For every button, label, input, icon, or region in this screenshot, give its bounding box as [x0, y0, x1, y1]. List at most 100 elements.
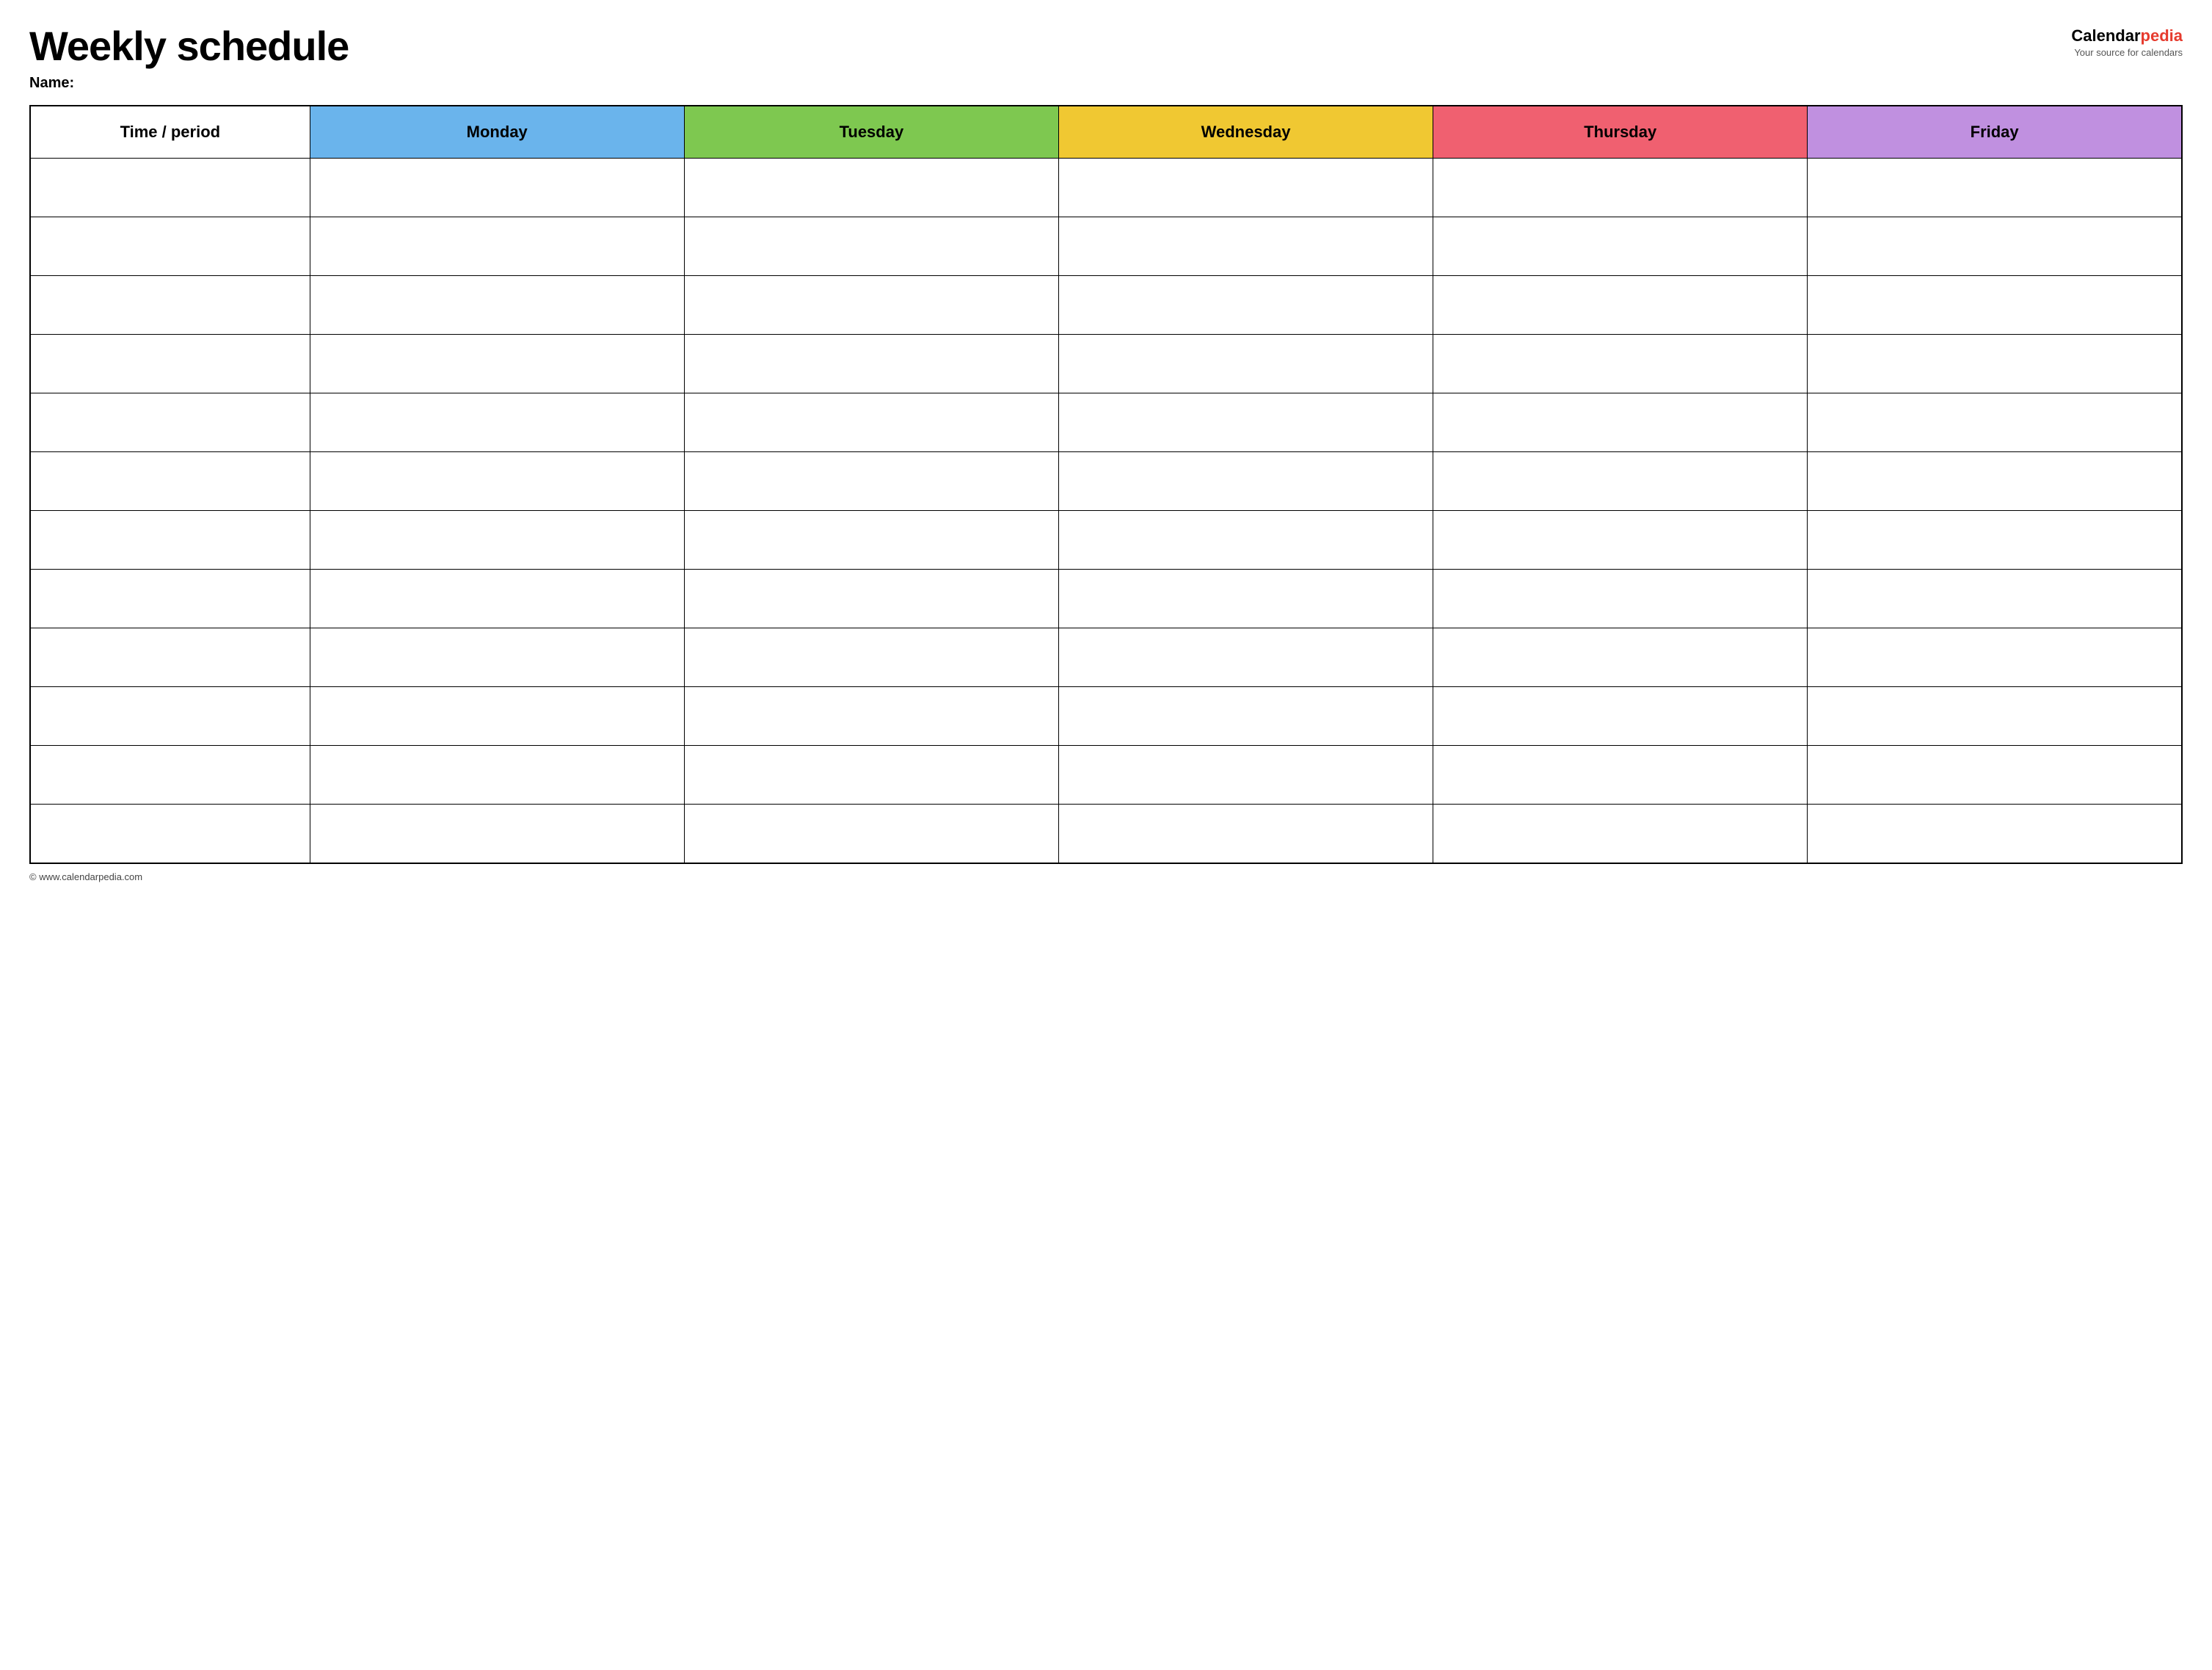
table-cell[interactable]	[1058, 452, 1433, 511]
table-cell[interactable]	[310, 687, 684, 746]
table-cell[interactable]	[1808, 276, 2182, 335]
table-cell[interactable]	[30, 746, 310, 805]
table-cell[interactable]	[1433, 217, 1808, 276]
col-header-tuesday: Tuesday	[684, 106, 1058, 159]
header: Weekly schedule Name: Calendarpedia Your…	[29, 23, 2183, 92]
table-cell[interactable]	[684, 276, 1058, 335]
table-cell[interactable]	[310, 511, 684, 570]
page-title: Weekly schedule	[29, 23, 349, 69]
table-row	[30, 746, 2182, 805]
table-cell[interactable]	[684, 511, 1058, 570]
table-cell[interactable]	[1058, 511, 1433, 570]
table-cell[interactable]	[684, 687, 1058, 746]
table-cell[interactable]	[310, 628, 684, 687]
col-header-thursday: Thursday	[1433, 106, 1808, 159]
table-cell[interactable]	[1808, 570, 2182, 628]
table-cell[interactable]	[1433, 805, 1808, 863]
table-cell[interactable]	[1058, 687, 1433, 746]
logo-text: Calendarpedia	[2071, 26, 2183, 46]
table-cell[interactable]	[30, 335, 310, 393]
table-cell[interactable]	[684, 159, 1058, 217]
table-cell[interactable]	[1433, 452, 1808, 511]
table-cell[interactable]	[1808, 393, 2182, 452]
table-cell[interactable]	[310, 452, 684, 511]
table-cell[interactable]	[30, 217, 310, 276]
table-row	[30, 217, 2182, 276]
table-cell[interactable]	[684, 570, 1058, 628]
table-cell[interactable]	[310, 570, 684, 628]
table-cell[interactable]	[1808, 511, 2182, 570]
table-cell[interactable]	[310, 393, 684, 452]
table-row	[30, 570, 2182, 628]
table-cell[interactable]	[1433, 687, 1808, 746]
table-cell[interactable]	[1058, 628, 1433, 687]
table-cell[interactable]	[1433, 511, 1808, 570]
name-label: Name:	[29, 75, 349, 92]
col-header-monday: Monday	[310, 106, 684, 159]
table-cell[interactable]	[684, 335, 1058, 393]
table-row	[30, 628, 2182, 687]
footer-copyright: © www.calendarpedia.com	[29, 871, 2183, 882]
table-row	[30, 159, 2182, 217]
table-cell[interactable]	[1058, 159, 1433, 217]
table-cell[interactable]	[1808, 217, 2182, 276]
table-cell[interactable]	[310, 217, 684, 276]
table-cell[interactable]	[684, 393, 1058, 452]
table-cell[interactable]	[310, 335, 684, 393]
table-row	[30, 335, 2182, 393]
table-cell[interactable]	[30, 805, 310, 863]
table-cell[interactable]	[30, 511, 310, 570]
table-row	[30, 393, 2182, 452]
table-cell[interactable]	[310, 805, 684, 863]
table-cell[interactable]	[1808, 335, 2182, 393]
table-cell[interactable]	[1058, 746, 1433, 805]
schedule-table: Time / period Monday Tuesday Wednesday T…	[29, 105, 2183, 864]
table-row	[30, 805, 2182, 863]
table-cell[interactable]	[30, 452, 310, 511]
table-cell[interactable]	[1433, 393, 1808, 452]
table-cell[interactable]	[1808, 687, 2182, 746]
table-cell[interactable]	[1058, 276, 1433, 335]
table-cell[interactable]	[684, 628, 1058, 687]
table-cell[interactable]	[1433, 159, 1808, 217]
col-header-time: Time / period	[30, 106, 310, 159]
table-cell[interactable]	[30, 628, 310, 687]
table-cell[interactable]	[684, 217, 1058, 276]
table-cell[interactable]	[30, 393, 310, 452]
table-cell[interactable]	[30, 570, 310, 628]
table-row	[30, 511, 2182, 570]
col-header-wednesday: Wednesday	[1058, 106, 1433, 159]
table-cell[interactable]	[1433, 570, 1808, 628]
table-row	[30, 687, 2182, 746]
table-cell[interactable]	[1433, 628, 1808, 687]
logo-subtitle: Your source for calendars	[2074, 47, 2183, 58]
table-cell[interactable]	[1808, 746, 2182, 805]
table-cell[interactable]	[30, 687, 310, 746]
table-cell[interactable]	[30, 276, 310, 335]
logo-area: Calendarpedia Your source for calendars	[2071, 26, 2183, 58]
table-cell[interactable]	[1808, 159, 2182, 217]
table-cell[interactable]	[684, 805, 1058, 863]
table-cell[interactable]	[1433, 746, 1808, 805]
table-cell[interactable]	[684, 452, 1058, 511]
title-area: Weekly schedule Name:	[29, 23, 349, 92]
table-cell[interactable]	[1433, 335, 1808, 393]
table-cell[interactable]	[1808, 805, 2182, 863]
table-row	[30, 276, 2182, 335]
table-cell[interactable]	[30, 159, 310, 217]
table-cell[interactable]	[1433, 276, 1808, 335]
table-row	[30, 452, 2182, 511]
table-cell[interactable]	[1058, 217, 1433, 276]
table-cell[interactable]	[310, 746, 684, 805]
table-cell[interactable]	[1058, 570, 1433, 628]
table-cell[interactable]	[1058, 393, 1433, 452]
table-cell[interactable]	[684, 746, 1058, 805]
table-cell[interactable]	[1058, 335, 1433, 393]
header-row: Time / period Monday Tuesday Wednesday T…	[30, 106, 2182, 159]
table-cell[interactable]	[310, 276, 684, 335]
table-cell[interactable]	[1808, 452, 2182, 511]
table-cell[interactable]	[1058, 805, 1433, 863]
table-cell[interactable]	[1808, 628, 2182, 687]
table-cell[interactable]	[310, 159, 684, 217]
logo-pedia: pedia	[2141, 26, 2183, 45]
